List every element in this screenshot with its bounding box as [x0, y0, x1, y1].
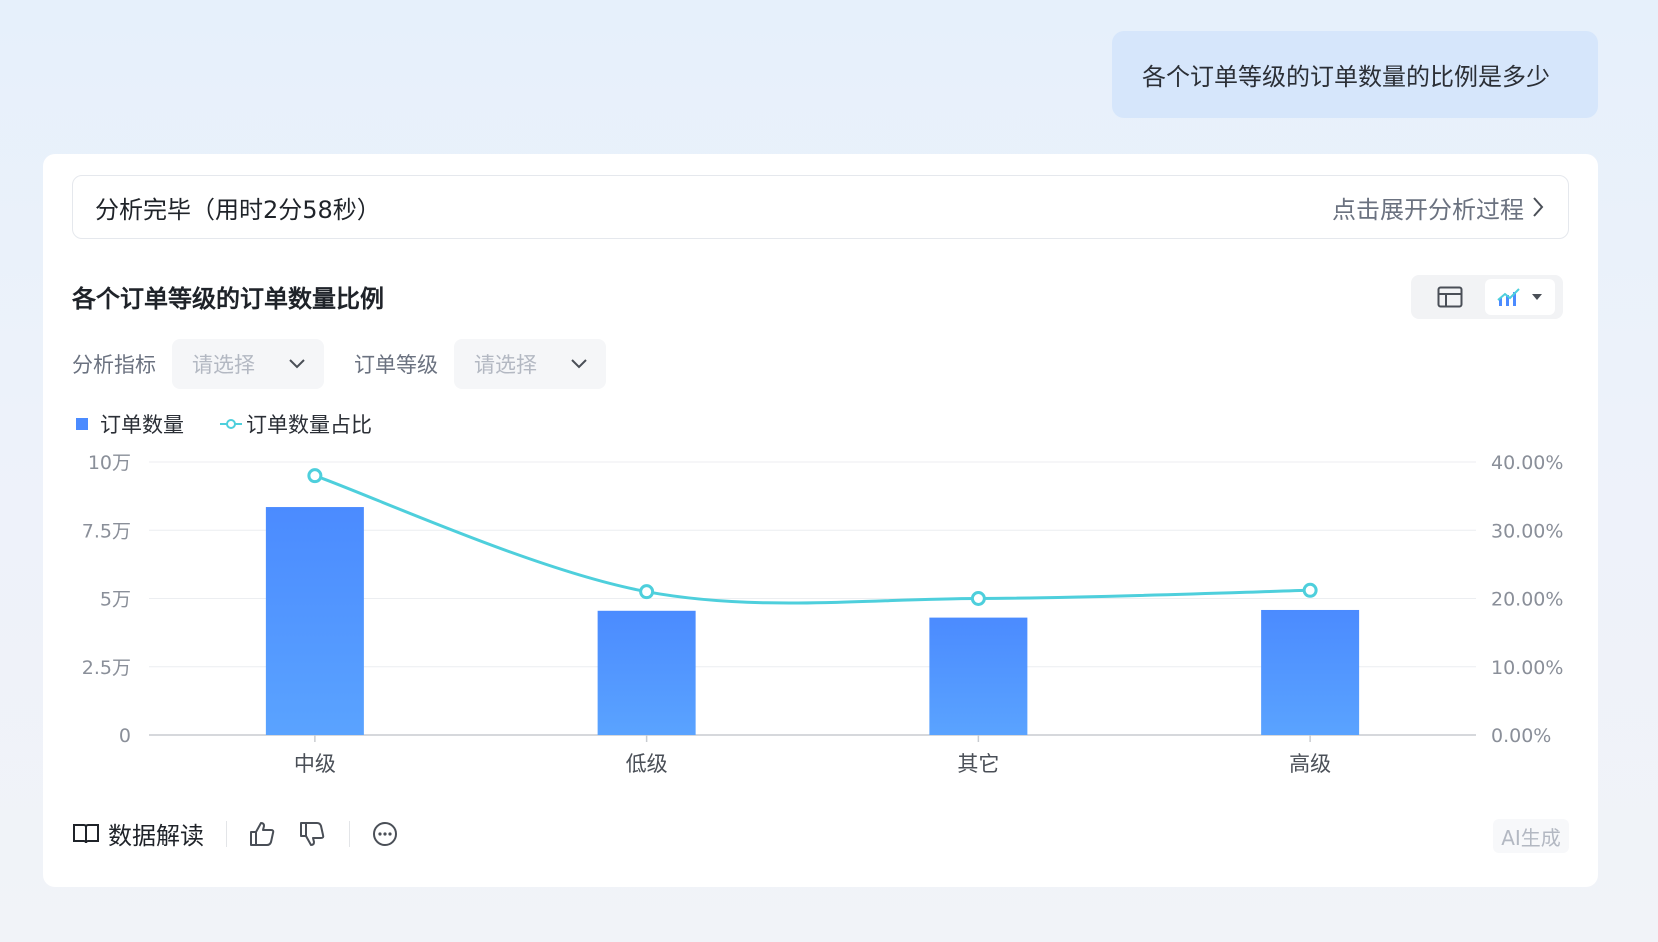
x-tick-label: 其它 [957, 752, 999, 776]
ai-generated-badge: AI生成 [1493, 819, 1569, 853]
card-footer: 数据解读 [72, 816, 422, 851]
thumbs-down-icon [300, 821, 325, 846]
y-right-tick-label: 10.00% [1491, 657, 1563, 679]
dislike-button[interactable] [299, 821, 325, 847]
book-icon [73, 823, 99, 843]
ratio-point-2 [970, 591, 986, 606]
bar-0 [265, 507, 364, 735]
y-left-tick-label: 10万 [88, 452, 131, 474]
y-left-tick-label: 2.5万 [82, 657, 131, 679]
ratio-point-1 [639, 584, 655, 600]
bar-1 [597, 610, 696, 735]
data-interpret-label: 数据解读 [108, 822, 204, 850]
ratio-point-3 [1302, 582, 1318, 598]
footer-divider [349, 820, 350, 847]
y-right-tick-label: 30.00% [1491, 520, 1563, 542]
bar-3 [1261, 609, 1360, 735]
y-right-tick-label: 40.00% [1491, 452, 1563, 474]
more-button[interactable] [372, 821, 398, 847]
x-tick-label: 高级 [1289, 752, 1331, 776]
data-interpret-button[interactable]: 数据解读 [72, 816, 204, 851]
y-left-tick-label: 0 [119, 725, 131, 747]
answer-card: 分析完毕（用时2分58秒） 点击展开分析过程 各个订单等级的订单数量比例 分析指… [43, 154, 1598, 887]
user-question: 各个订单等级的订单数量的比例是多少 [1112, 31, 1598, 118]
bar-2 [929, 617, 1028, 735]
combo-chart: 0 2.5万 5万 7.5万 10万 0.00% 10.00% 20.00% 30.00% 40.… [82, 452, 1564, 776]
ratio-line [314, 474, 1311, 605]
y-left-tick-label: 5万 [100, 589, 131, 611]
y-right-tick-label: 0.00% [1491, 725, 1551, 747]
y-left-tick-label: 7.5万 [82, 520, 131, 542]
x-tick-label: 中级 [294, 752, 336, 776]
y-right-tick-label: 20.00% [1491, 589, 1563, 611]
x-tick-label: 低级 [626, 752, 668, 776]
thumbs-up-icon [250, 821, 275, 846]
ratio-point-0 [307, 468, 323, 484]
like-button[interactable] [249, 821, 275, 847]
footer-divider [226, 820, 227, 847]
more-icon [373, 821, 397, 846]
